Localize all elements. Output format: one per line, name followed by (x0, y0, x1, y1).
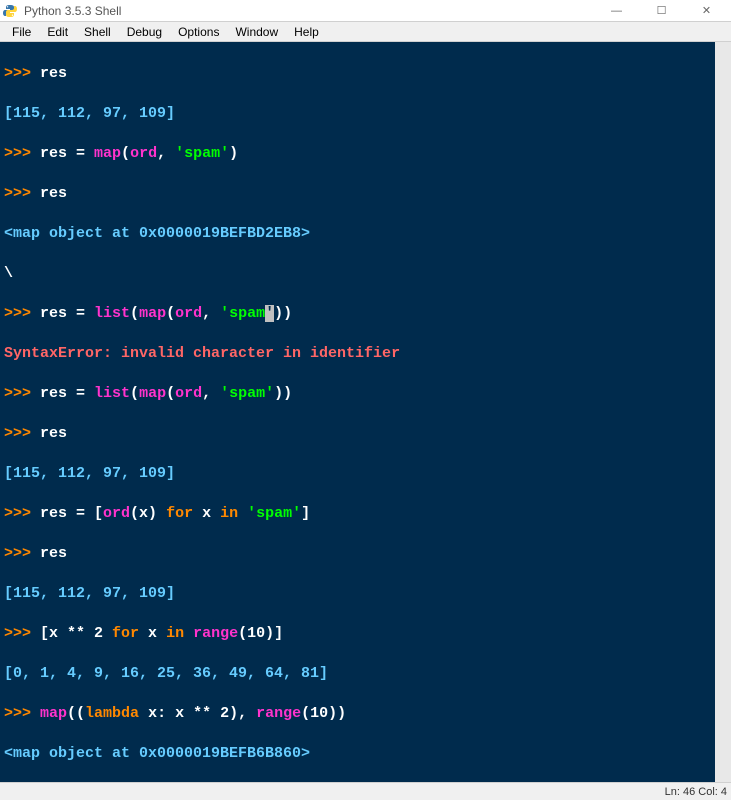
code-line: >>> res (4, 184, 711, 204)
error-line: SyntaxError: invalid character in identi… (4, 344, 711, 364)
error-cursor: ' (265, 305, 274, 322)
code-line: >>> res (4, 424, 711, 444)
maximize-button[interactable]: ☐ (639, 0, 684, 22)
menu-window[interactable]: Window (227, 23, 286, 41)
menu-file[interactable]: File (4, 23, 39, 41)
menu-edit[interactable]: Edit (39, 23, 76, 41)
minimize-button[interactable]: — (594, 0, 639, 22)
menu-help[interactable]: Help (286, 23, 327, 41)
output-line: <map object at 0x0000019BEFBD2EB8> (4, 224, 711, 244)
code-line: >>> res = list(map(ord, 'spam')) (4, 304, 711, 324)
titlebar: Python 3.5.3 Shell — ☐ ✕ (0, 0, 731, 22)
code-line: >>> [x ** 2 for x in range(10)] (4, 624, 711, 644)
code-line: >>> res = [ord(x) for x in 'spam'] (4, 504, 711, 524)
menu-options[interactable]: Options (170, 23, 227, 41)
menu-shell[interactable]: Shell (76, 23, 119, 41)
output-line: <map object at 0x0000019BEFB6B860> (4, 744, 711, 764)
close-button[interactable]: ✕ (684, 0, 729, 22)
statusbar: Ln: 46 Col: 4 (0, 782, 731, 800)
output-line: [0, 1, 4, 9, 16, 25, 36, 49, 64, 81] (4, 664, 711, 684)
output-line: [115, 112, 97, 109] (4, 104, 711, 124)
output-line: [115, 112, 97, 109] (4, 464, 711, 484)
code-line: \ (4, 264, 711, 284)
code-line: >>> res = list(map(ord, 'spam')) (4, 384, 711, 404)
python-icon (2, 3, 18, 19)
code-line: >>> map((lambda x: x ** 2), range(10)) (4, 704, 711, 724)
shell-editor[interactable]: >>> res [115, 112, 97, 109] >>> res = ma… (0, 42, 731, 782)
window-title: Python 3.5.3 Shell (24, 4, 594, 18)
window-controls: — ☐ ✕ (594, 0, 729, 22)
output-line: [115, 112, 97, 109] (4, 584, 711, 604)
cursor-position: Ln: 46 Col: 4 (665, 786, 727, 798)
code-line: >>> res = map(ord, 'spam') (4, 144, 711, 164)
code-line: >>> res (4, 64, 711, 84)
menubar: File Edit Shell Debug Options Window Hel… (0, 22, 731, 42)
menu-debug[interactable]: Debug (119, 23, 170, 41)
code-line: >>> res (4, 544, 711, 564)
